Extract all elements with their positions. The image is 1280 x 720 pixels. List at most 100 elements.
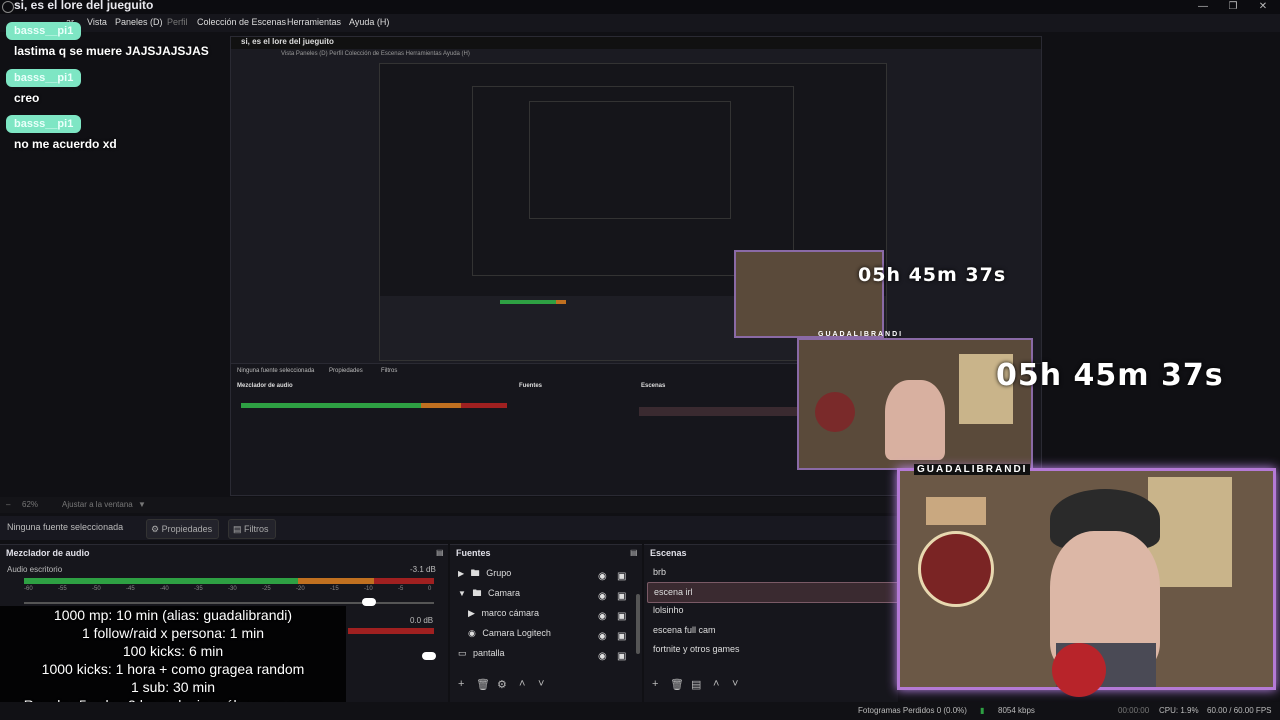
eye-icon[interactable]: ◉ — [598, 647, 607, 667]
nested-sources-title: Fuentes — [519, 383, 543, 389]
tick: 0 — [428, 586, 432, 592]
move-down-icon[interactable]: ˅ — [732, 678, 738, 690]
tick: -30 — [228, 586, 237, 592]
status-bar — [0, 702, 1280, 720]
nested-obs-level-4 — [529, 101, 731, 219]
tick: -20 — [296, 586, 305, 592]
chat-message: basss__pi1 — [6, 69, 82, 87]
chat-username: basss__pi1 — [6, 69, 82, 87]
scene-item-lolsinho[interactable]: lolsinho — [647, 601, 901, 620]
source-label: Grupo — [486, 568, 512, 578]
scene-item-full-cam[interactable]: escena full cam — [647, 621, 901, 640]
goal-line: 1000 kicks: 1 hora + como gragea random — [41, 661, 305, 677]
gear-icon[interactable]: ⚙ — [497, 678, 507, 691]
nested-menu: Vista Paneles (D) Perfil Colección de Es… — [281, 51, 470, 57]
source-item-pantalla[interactable]: ▭ pantalla — [458, 643, 634, 663]
add-source-button[interactable]: + — [458, 678, 464, 690]
eye-icon[interactable]: ◉ — [598, 607, 607, 627]
lock-icon[interactable]: ▣ — [617, 607, 626, 627]
scene-item-escena-irl[interactable]: escena irl — [647, 582, 901, 603]
move-up-icon[interactable]: ˄ — [713, 678, 719, 690]
visibility-column: ◉ ◉ ◉ ◉ ◉ — [598, 567, 607, 667]
menu-item-help[interactable]: Ayuda (H) — [349, 17, 389, 27]
nested-properties: Propiedades — [329, 368, 363, 374]
source-item-camara-logitech[interactable]: ◉ Camara Logitech — [468, 623, 634, 643]
scene-item-fortnite[interactable]: fortnite y otros games — [647, 640, 901, 659]
obs-logo-icon — [2, 1, 14, 13]
chat-message: basss__pi1 — [6, 115, 82, 133]
menu-item-view[interactable]: Vista — [87, 17, 107, 27]
expand-arrow-icon[interactable]: ▼ — [458, 589, 466, 598]
monitor-icon: ▭ — [458, 648, 467, 658]
undesirable-poster — [1148, 477, 1232, 587]
tick: -60 — [24, 586, 33, 592]
menu-item-profile[interactable]: Perfil — [167, 17, 188, 27]
sources-scrollbar[interactable] — [636, 594, 640, 654]
nested-scenes-title: Escenas — [641, 383, 666, 389]
audio-meter-red — [348, 628, 434, 634]
volume-slider-handle[interactable] — [422, 652, 436, 660]
chat-text: no me acuerdo xd — [14, 137, 117, 151]
source-item-grupo[interactable]: ▶ 🖿 Grupo — [458, 563, 634, 583]
source-item-marco-camara[interactable]: ▶ marco cámara — [468, 603, 634, 623]
nested-cam-name: GUADALIBRANDI — [818, 331, 904, 338]
mixer-channel-db: -3.1 dB — [410, 565, 436, 574]
tick: -25 — [262, 586, 271, 592]
tick: -15 — [330, 586, 339, 592]
title-bar — [0, 0, 1280, 14]
minimize-icon[interactable]: — — [1192, 0, 1214, 14]
goal-line: 100 kicks: 6 min — [122, 643, 224, 659]
lock-icon[interactable]: ▣ — [617, 587, 626, 607]
zoom-fit-dropdown[interactable]: Ajustar a la ventana — [62, 500, 133, 509]
eye-icon[interactable]: ◉ — [598, 567, 607, 587]
lock-column: ▣ ▣ ▣ ▣ ▣ — [617, 567, 626, 667]
audio-meter-red — [374, 578, 434, 584]
chat-text: lastima q se muere JAJSJAJSJAS — [14, 44, 209, 58]
tick: -10 — [364, 586, 373, 592]
eye-icon[interactable]: ◉ — [598, 627, 607, 647]
trash-icon[interactable]: 🗑 — [670, 678, 684, 691]
dock-menu-icon[interactable]: ▤ — [436, 548, 444, 557]
tick: -35 — [194, 586, 203, 592]
eye-icon[interactable]: ◉ — [598, 587, 607, 607]
source-item-camara[interactable]: ▼ 🖿 Camara — [458, 583, 634, 603]
goal-line: 1 follow/raid x persona: 1 min — [81, 625, 265, 641]
chat-text: creo — [14, 91, 40, 105]
chevron-down-icon[interactable]: ▼ — [138, 500, 146, 509]
bitrate: 8054 kbps — [998, 706, 1035, 715]
filters-label: Filtros — [244, 524, 269, 534]
mixer-title: Mezclador de audio — [6, 548, 90, 558]
no-source-label: Ninguna fuente seleccionada — [7, 522, 124, 532]
properties-button[interactable]: ⚙ Propiedades — [146, 519, 220, 539]
restore-icon[interactable]: ❐ — [1222, 0, 1244, 14]
menu-item-tools[interactable]: Herramientas — [287, 17, 341, 27]
properties-label: Propiedades — [161, 524, 213, 534]
chat-message: basss__pi1 — [6, 22, 82, 40]
scene-item-brb[interactable]: brb — [647, 563, 901, 582]
nested-timer: 05h 45m 37s — [858, 264, 1007, 286]
expand-arrow-icon[interactable]: ▶ — [458, 569, 464, 578]
sources-title: Fuentes — [456, 548, 491, 558]
menu-item-docks[interactable]: Paneles (D) — [115, 17, 163, 27]
chat-username: basss__pi1 — [6, 115, 82, 133]
goal-line: 1000 mp: 10 min (alias: guadalibrandi) — [53, 607, 293, 623]
source-label: pantalla — [473, 648, 505, 658]
filters-button[interactable]: ▤ Filtros — [228, 519, 276, 539]
move-down-icon[interactable]: ˅ — [538, 678, 544, 690]
add-scene-button[interactable]: + — [652, 678, 658, 690]
lock-icon[interactable]: ▣ — [617, 627, 626, 647]
chat-username: basss__pi1 — [6, 22, 82, 40]
context-bar — [0, 516, 900, 540]
trash-icon[interactable]: 🗑 — [476, 678, 490, 691]
volume-slider-handle[interactable] — [362, 598, 376, 606]
zoom-minus[interactable]: – — [6, 500, 10, 509]
move-up-icon[interactable]: ˄ — [519, 678, 525, 690]
menu-item-scene-collection[interactable]: Colección de Escenas — [197, 17, 286, 27]
lock-icon[interactable]: ▣ — [617, 647, 626, 667]
dock-menu-icon[interactable]: ▤ — [630, 548, 638, 557]
lock-icon[interactable]: ▣ — [617, 567, 626, 587]
filter-icon[interactable]: ▤ — [691, 678, 701, 691]
close-icon[interactable]: ✕ — [1252, 0, 1274, 14]
tick: -50 — [92, 586, 101, 592]
audio-meter-yellow — [298, 578, 374, 584]
